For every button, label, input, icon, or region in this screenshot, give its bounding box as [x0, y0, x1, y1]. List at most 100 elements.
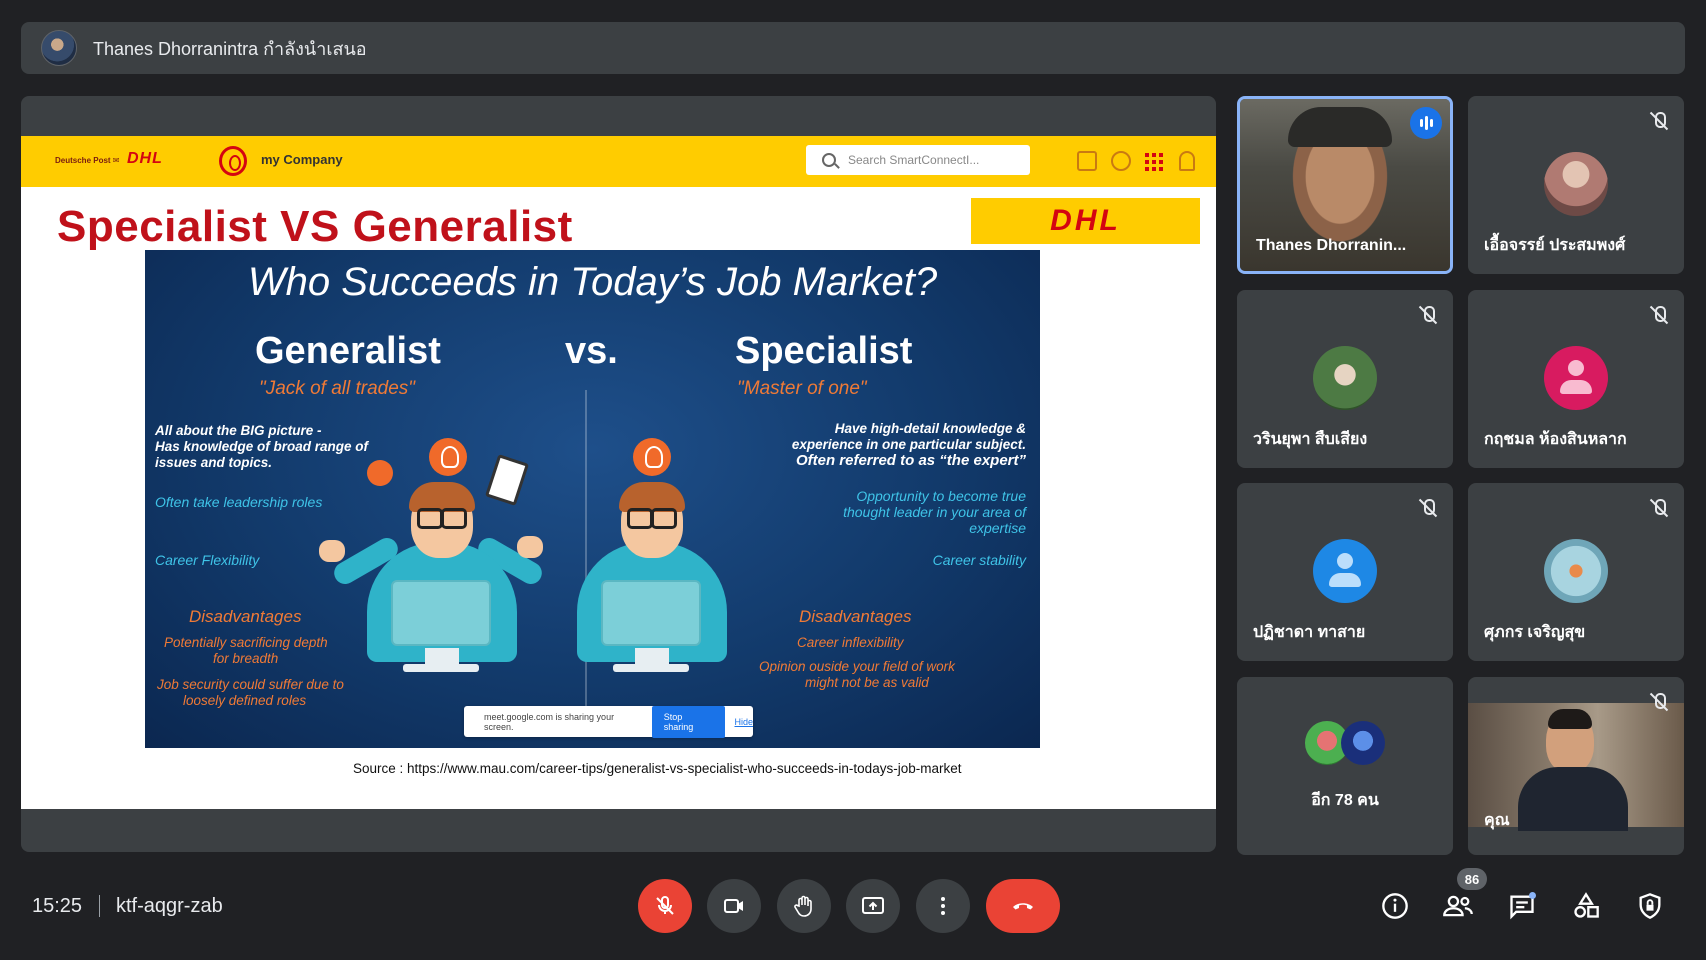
hand	[517, 536, 543, 558]
generalist-dis-1b: for breadth	[213, 651, 279, 666]
participant-tile[interactable]: ปฏิชาดา ทาสาย	[1237, 483, 1453, 661]
toggle-camera-button[interactable]	[707, 879, 761, 933]
mic-off-icon	[1417, 304, 1439, 326]
participant-tile[interactable]: ศุภกร เจริญสุข	[1468, 483, 1684, 661]
specialist-desc-3: Often referred to as “the expert”	[795, 452, 1026, 469]
shield-lock-icon	[1639, 893, 1661, 919]
info-icon	[1382, 893, 1408, 919]
more-participants-label: อีก 78 คน	[1311, 792, 1379, 809]
participant-name: เอื้อจรรย์ ประสมพงศ์	[1484, 237, 1626, 254]
presentation-stage: Deutsche Post ✉ DHL my Company Search Sm…	[21, 96, 1216, 852]
participant-name: ศุภกร เจริญสุข	[1484, 624, 1586, 641]
chat-button[interactable]	[1505, 889, 1539, 923]
present-screen-button[interactable]	[846, 879, 900, 933]
specialist-dis-2: Opinion ouside your field of work	[759, 659, 955, 674]
specialist-title: Specialist	[735, 330, 913, 372]
stop-sharing-button[interactable]: Stop sharing	[651, 705, 726, 738]
search-icon	[822, 153, 836, 167]
participant-tile[interactable]: เอื้อจรรย์ ประสมพงศ์	[1468, 96, 1684, 274]
generalist-pro-2: Career Flexibility	[155, 552, 260, 568]
clipboard-icon	[484, 454, 530, 506]
lightbulb-icon	[633, 438, 671, 476]
participant-count-badge: 86	[1457, 868, 1487, 890]
people-icon	[1443, 895, 1473, 917]
participant-name: วรินยุพา สืบเสียง	[1253, 431, 1368, 448]
participant-tile[interactable]: วรินยุพา สืบเสียง	[1237, 290, 1453, 468]
mic-off-icon	[656, 896, 674, 915]
person-shoulders	[1329, 573, 1361, 587]
infographic-headline: Who Succeeds in Today’s Job Market?	[247, 260, 938, 304]
participant-tile[interactable]: กฤชมล ห้องสินหลาก	[1468, 290, 1684, 468]
hand	[319, 540, 345, 562]
meeting-details-button[interactable]	[1378, 889, 1412, 923]
more-vert-icon	[941, 897, 945, 915]
hang-up-icon	[1013, 903, 1033, 910]
presenter-hair	[1288, 107, 1392, 147]
more-options-button[interactable]	[916, 879, 970, 933]
participant-avatar	[1544, 539, 1608, 603]
generalist-dis-1: Potentially sacrificing depth	[164, 635, 328, 650]
vs-label: vs.	[565, 330, 618, 372]
self-view-tile[interactable]: คุณ	[1468, 677, 1684, 855]
participant-avatar	[1341, 721, 1385, 765]
mic-off-icon	[1417, 497, 1439, 519]
host-controls-button[interactable]	[1633, 889, 1667, 923]
person-shoulders	[1560, 380, 1592, 394]
chat-icon	[1111, 151, 1131, 171]
present-icon	[862, 897, 884, 914]
glasses	[625, 508, 679, 529]
share-notice-text: meet.google.com is sharing your screen.	[484, 711, 615, 732]
dhl-logo: DHL	[971, 198, 1200, 244]
dhl-logo-text: DHL	[1050, 204, 1121, 237]
generalist-pro-1: Often take leadership roles	[155, 494, 323, 510]
toggle-mic-button[interactable]	[638, 879, 692, 933]
generalist-desc-3: issues and topics.	[155, 455, 273, 470]
apps-grid-icon	[1145, 151, 1165, 171]
slide-title: Specialist VS Generalist	[57, 202, 573, 251]
participant-name: Thanes Dhorranin...	[1256, 237, 1407, 254]
chart-icon	[367, 460, 393, 486]
participant-name: คุณ	[1484, 812, 1510, 829]
center-divider	[585, 390, 587, 730]
people-button[interactable]	[1441, 889, 1475, 923]
specialist-subtitle: "Master of one"	[737, 378, 867, 399]
raise-hand-button[interactable]	[777, 879, 831, 933]
participant-tile-presenter[interactable]: Thanes Dhorranin...	[1237, 96, 1453, 274]
generalist-desc-1: All about the BIG picture -	[155, 423, 322, 438]
hide-notice-link[interactable]: Hide	[734, 717, 753, 727]
specialist-desc-1: Have high-detail knowledge &	[834, 421, 1026, 436]
specialist-pro-2: Career stability	[932, 552, 1026, 568]
participant-name: กฤชมล ห้องสินหลาก	[1484, 431, 1627, 448]
my-company-label: my Company	[261, 152, 343, 167]
presenter-banner: Thanes Dhorranintra กำลังนำเสนอ	[21, 22, 1685, 74]
slide-header-bar: Deutsche Post ✉ DHL my Company Search Sm…	[21, 136, 1216, 187]
smartconnect-search: Search SmartConnectI...	[806, 145, 1030, 175]
presenter-label: Thanes Dhorranintra กำลังนำเสนอ	[93, 38, 367, 59]
more-participants-tile[interactable]: อีก 78 คน	[1237, 677, 1453, 855]
divider	[99, 895, 100, 917]
monitor	[601, 580, 701, 646]
person-icon	[1337, 553, 1353, 569]
specialist-pro-1: Opportunity to become true	[856, 488, 1026, 504]
chat-icon	[1510, 892, 1536, 920]
monitor	[391, 580, 491, 646]
generalist-dis-2: Job security could suffer due to	[157, 677, 344, 692]
generalist-dis-2b: loosely defined roles	[183, 693, 307, 708]
specialist-desc-2: experience in one particular subject.	[791, 437, 1026, 452]
infographic: Who Succeeds in Today’s Job Market? Gene…	[145, 250, 1040, 748]
lightbulb-icon	[429, 438, 467, 476]
activities-button[interactable]	[1569, 889, 1603, 923]
dhl-small-logo: DHL	[127, 150, 163, 167]
camera-icon	[724, 899, 743, 913]
mic-off-icon	[1648, 304, 1670, 326]
mic-off-icon	[1648, 691, 1670, 713]
specialist-disadvantages-title: Disadvantages	[799, 607, 912, 626]
meeting-time: 15:25	[32, 895, 83, 917]
my-company-icon	[219, 146, 247, 176]
meeting-code: ktf-aqgr-zab	[116, 895, 223, 917]
leave-call-button[interactable]	[986, 879, 1060, 933]
source-citation: Source : https://www.mau.com/career-tips…	[353, 761, 962, 776]
specialist-dis-1: Career inflexibility	[797, 635, 904, 650]
participant-avatar	[1313, 346, 1377, 410]
monitor-base	[403, 664, 479, 672]
